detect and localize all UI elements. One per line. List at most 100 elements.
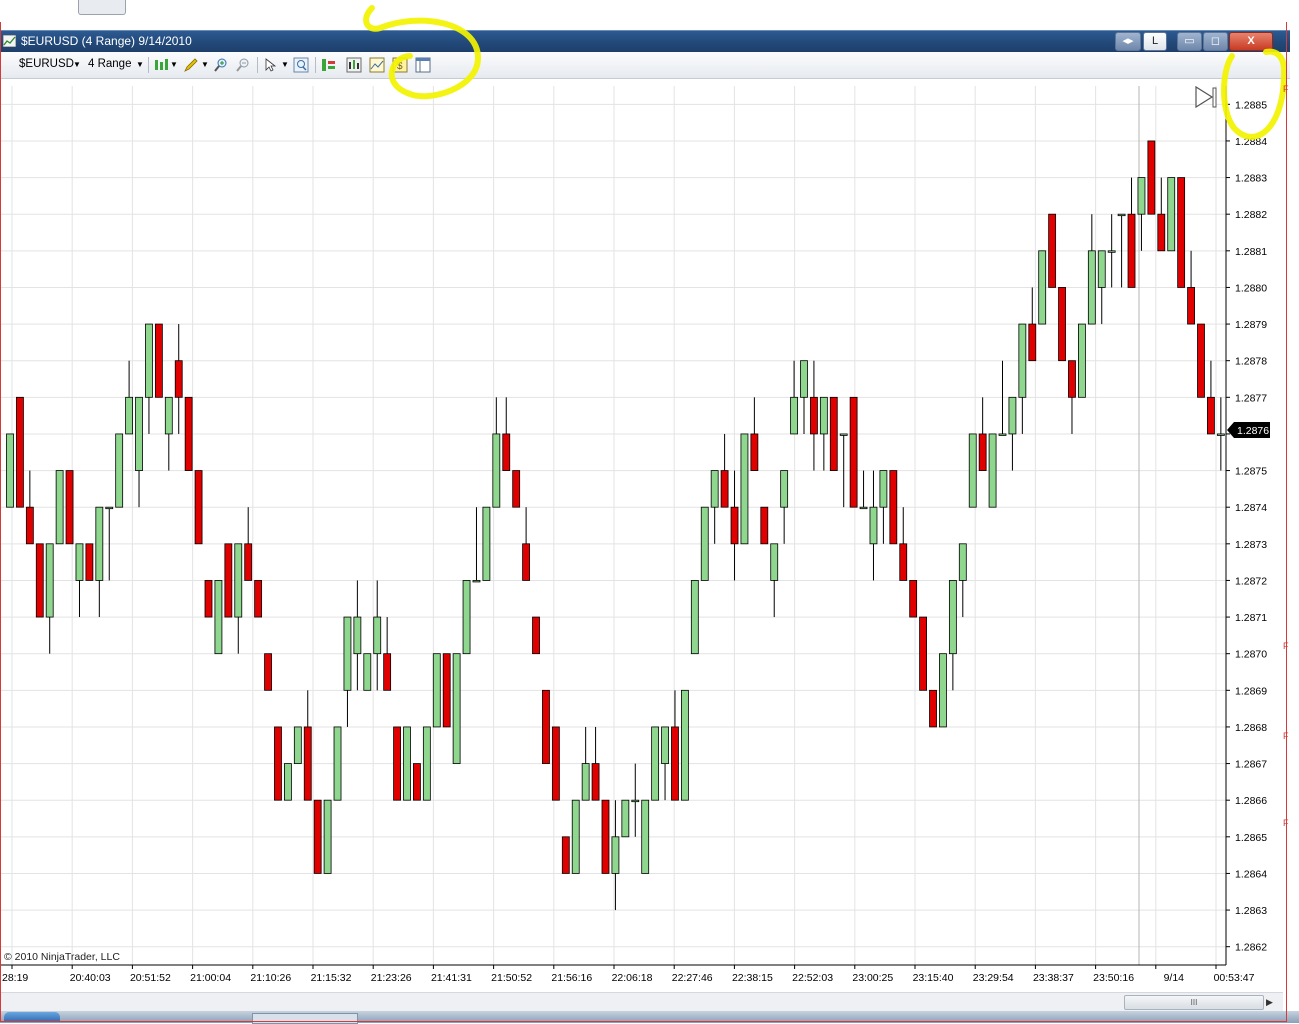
down-candle-body bbox=[65, 470, 74, 545]
y-tick-label: 1.2881 bbox=[1235, 246, 1267, 258]
up-candle-body bbox=[631, 799, 640, 803]
x-tick-label: 28:19 bbox=[2, 972, 28, 984]
x-tick-label: 20:40:03 bbox=[70, 972, 111, 984]
candles bbox=[6, 140, 1225, 911]
down-candle-body bbox=[889, 470, 898, 545]
up-candle-body bbox=[293, 726, 302, 764]
candle bbox=[194, 470, 203, 545]
up-candle-body bbox=[681, 689, 689, 801]
up-candle-body bbox=[422, 726, 431, 801]
up-candle-body bbox=[75, 543, 84, 581]
candle bbox=[333, 726, 342, 801]
down-candle-body bbox=[35, 543, 44, 618]
y-tick-label: 1.2879 bbox=[1235, 319, 1267, 331]
up-candle-body bbox=[403, 726, 411, 801]
candle bbox=[690, 580, 699, 655]
up-candle-body bbox=[1117, 213, 1126, 217]
up-candle-body bbox=[621, 799, 630, 838]
candle bbox=[1147, 140, 1156, 215]
candle bbox=[750, 397, 759, 471]
y-tick-label: 1.2869 bbox=[1235, 685, 1267, 697]
candle bbox=[452, 653, 461, 764]
horizontal-scrollbar[interactable]: III ▶ bbox=[0, 992, 1283, 1011]
windows-taskbar bbox=[0, 1011, 1299, 1024]
down-candle-body bbox=[383, 653, 392, 691]
candle bbox=[135, 396, 143, 508]
candle bbox=[413, 763, 421, 801]
highlight-annotation bbox=[363, 5, 1288, 140]
candle bbox=[164, 396, 173, 471]
scrollbar-thumb[interactable]: III bbox=[1124, 995, 1264, 1010]
down-candle-body bbox=[919, 616, 927, 691]
candle bbox=[1197, 323, 1205, 398]
down-candle-body bbox=[264, 653, 272, 691]
down-candle-body bbox=[85, 543, 94, 581]
x-tick-label: 23:00:25 bbox=[852, 972, 893, 984]
down-candle-body bbox=[16, 396, 24, 508]
down-candle-body bbox=[274, 726, 282, 801]
candle bbox=[274, 726, 282, 801]
candle bbox=[929, 689, 937, 728]
candle bbox=[611, 800, 620, 911]
down-candle-body bbox=[929, 689, 937, 728]
up-candle-body bbox=[581, 763, 590, 801]
up-candle-body bbox=[770, 543, 779, 581]
down-candle-body bbox=[303, 726, 312, 801]
up-candle-body bbox=[452, 653, 461, 764]
up-candle-body bbox=[710, 470, 719, 508]
candle bbox=[482, 506, 491, 581]
y-tick-label: 1.2874 bbox=[1235, 502, 1267, 514]
up-candle-body bbox=[1087, 250, 1096, 325]
candle bbox=[432, 653, 441, 728]
scroll-right-icon[interactable]: ▶ bbox=[1266, 997, 1273, 1008]
taskbar-button[interactable] bbox=[252, 1013, 358, 1024]
x-tick-label: 21:56:16 bbox=[551, 972, 592, 984]
up-candle-body bbox=[1078, 323, 1086, 398]
candle bbox=[1157, 177, 1166, 252]
up-candle-body bbox=[492, 433, 501, 508]
candle bbox=[55, 470, 64, 545]
up-candle-body bbox=[164, 396, 173, 435]
candle bbox=[1078, 323, 1086, 398]
price-chart[interactable]: 1.28851.28841.28831.28821.28811.28801.28… bbox=[0, 0, 1299, 1023]
candle bbox=[720, 433, 729, 508]
candle bbox=[561, 836, 570, 874]
up-candle-body bbox=[482, 506, 491, 581]
right-edge-marker: F bbox=[1283, 84, 1289, 94]
candle bbox=[681, 689, 689, 801]
start-orb-icon[interactable] bbox=[4, 1012, 60, 1022]
x-tick-label: 22:27:46 bbox=[672, 972, 713, 984]
candle bbox=[75, 543, 84, 618]
candle bbox=[869, 470, 878, 581]
down-candle-body bbox=[760, 506, 769, 545]
candle bbox=[730, 470, 739, 581]
down-candle-body bbox=[1068, 360, 1076, 398]
down-candle-body bbox=[909, 580, 918, 618]
up-candle-body bbox=[740, 433, 749, 545]
candle bbox=[1028, 287, 1037, 362]
up-candle-body bbox=[234, 543, 243, 618]
up-candle-body bbox=[323, 799, 332, 874]
y-tick-label: 1.2867 bbox=[1235, 759, 1267, 771]
up-candle-body bbox=[988, 433, 997, 508]
candle bbox=[442, 653, 451, 728]
time-axis: 28:19 20:40:03 20:51:52 21:00:04 21:10:26 21:… bbox=[2, 965, 1255, 984]
up-candle-body bbox=[115, 433, 124, 508]
candle bbox=[283, 763, 292, 801]
candle bbox=[174, 324, 183, 434]
down-candle-body bbox=[720, 470, 729, 508]
candle bbox=[125, 360, 133, 435]
candle bbox=[919, 616, 927, 691]
candle bbox=[85, 543, 94, 581]
down-candle-body bbox=[1048, 213, 1057, 288]
up-candle-body bbox=[6, 433, 14, 508]
candle bbox=[234, 543, 243, 654]
candle bbox=[1058, 287, 1066, 362]
x-tick-label: 21:10:26 bbox=[250, 972, 291, 984]
x-tick-label: 23:50:16 bbox=[1093, 972, 1134, 984]
up-candle-body bbox=[1018, 323, 1027, 398]
up-candle-body bbox=[690, 580, 699, 655]
down-candle-body bbox=[978, 433, 987, 471]
x-tick-label: 22:38:15 bbox=[732, 972, 773, 984]
candle bbox=[631, 763, 640, 837]
